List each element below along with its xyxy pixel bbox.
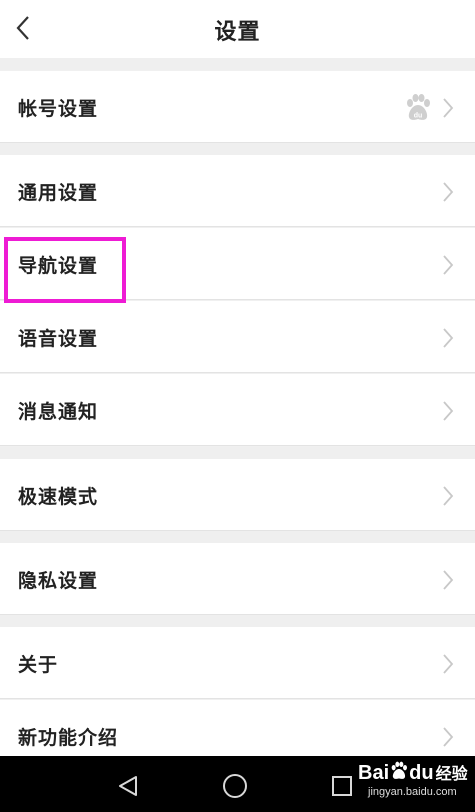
chevron-right-icon	[443, 182, 454, 202]
watermark-url: jingyan.baidu.com	[368, 786, 457, 798]
chevron-right-icon	[443, 98, 454, 118]
section-divider	[0, 58, 475, 70]
settings-item-label: 语音设置	[18, 328, 99, 350]
settings-item-voice[interactable]: 语音设置	[0, 301, 475, 373]
settings-item-account[interactable]: 帐号设置 du	[0, 71, 475, 143]
settings-item-notifications[interactable]: 消息通知	[0, 374, 475, 446]
baidu-jingyan-watermark: Bai du 经验 jingyan.baidu.com	[358, 760, 468, 798]
settings-item-label: 帐号设置	[18, 98, 99, 120]
nav-home-icon[interactable]	[223, 774, 247, 798]
settings-item-label: 通用设置	[18, 182, 99, 204]
watermark-brand: Bai	[358, 762, 390, 784]
settings-item-label: 隐私设置	[18, 570, 99, 592]
settings-item-label: 新功能介绍	[18, 727, 119, 749]
section-divider	[0, 447, 475, 459]
chevron-right-icon	[443, 401, 454, 421]
settings-item-label: 关于	[18, 654, 59, 676]
watermark-cn: 经验	[435, 766, 468, 783]
svg-text:du: du	[414, 113, 423, 120]
chevron-right-icon	[443, 727, 454, 747]
section-divider	[0, 615, 475, 627]
nav-back-icon[interactable]	[116, 775, 140, 797]
chevron-right-icon	[443, 328, 454, 348]
baidu-paw-icon: du	[407, 94, 430, 120]
section-divider	[0, 531, 475, 543]
settings-item-about[interactable]: 关于	[0, 627, 475, 699]
annotation-highlight-box	[4, 237, 126, 303]
chevron-right-icon	[443, 570, 454, 590]
section-divider	[0, 143, 475, 155]
settings-item-label: 消息通知	[18, 401, 99, 423]
chevron-right-icon	[443, 654, 454, 674]
chevron-right-icon	[443, 486, 454, 506]
page-title: 设置	[214, 20, 261, 45]
settings-item-general[interactable]: 通用设置	[0, 155, 475, 227]
baidu-paw-icon	[391, 761, 408, 779]
settings-item-label: 极速模式	[18, 486, 99, 508]
chevron-right-icon	[443, 255, 454, 275]
watermark-brand-suffix: du	[409, 762, 434, 784]
settings-item-privacy[interactable]: 隐私设置	[0, 543, 475, 615]
settings-item-speed-mode[interactable]: 极速模式	[0, 459, 475, 531]
nav-recent-apps-icon[interactable]	[332, 776, 352, 796]
header-bar: 设置	[0, 0, 475, 58]
